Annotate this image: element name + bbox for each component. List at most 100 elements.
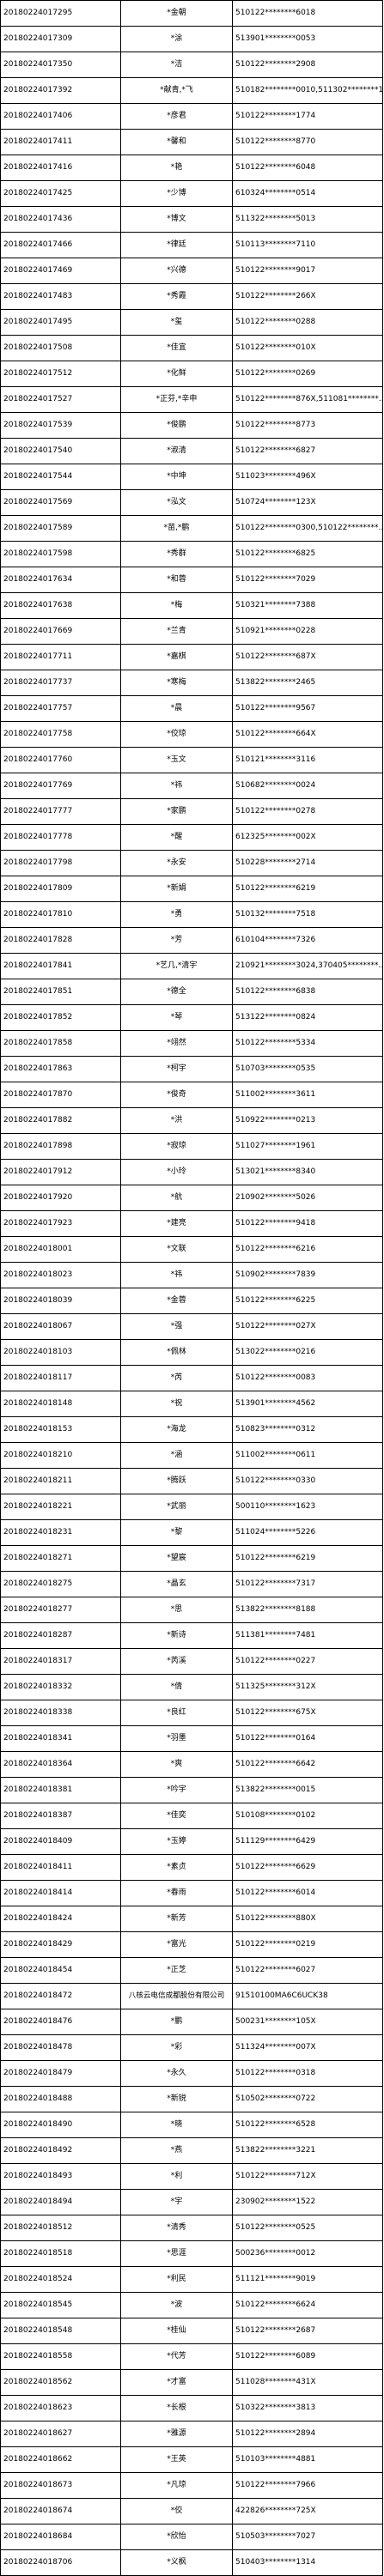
record-number-cell: 20180224018627 xyxy=(0,2421,121,2447)
id-number-cell: 510122********0300,510122********... xyxy=(232,515,383,542)
record-number-cell: 20180224017711 xyxy=(0,644,121,670)
name-cell: *义枫 xyxy=(120,2549,233,2576)
record-number-cell: 20180224017841 xyxy=(0,953,121,979)
record-number-cell: 20180224018411 xyxy=(0,1854,121,1881)
table-row: 20180224017350 *洁 510122********2908 xyxy=(0,52,383,78)
name-cell: *羽墨 xyxy=(120,1725,233,1752)
id-number-cell: 510122********0330 xyxy=(232,1468,383,1494)
table-row: 20180224018492 *燕 513822********3221 xyxy=(0,2137,383,2164)
name-cell: *思 xyxy=(120,1597,233,1623)
table-row: 20180224017912 *小玲 513021********8340 xyxy=(0,1159,383,1185)
record-number-cell: 20180224017757 xyxy=(0,695,121,722)
name-cell: *代芳 xyxy=(120,2343,233,2370)
id-number-cell: 510122********6018 xyxy=(232,0,383,27)
name-cell: *玺 xyxy=(120,309,233,336)
table-row: 20180224018023 *祎 510902********7839 xyxy=(0,1262,383,1288)
name-cell: *正芬,*辛申 xyxy=(120,386,233,413)
record-number-cell: 20180224017411 xyxy=(0,129,121,155)
record-number-cell: 20180224017436 xyxy=(0,206,121,233)
table-row: 20180224017737 *寒梅 513822********2465 xyxy=(0,670,383,696)
id-number-cell: 510121********3116 xyxy=(232,747,383,773)
id-number-cell: 210902********5026 xyxy=(232,1185,383,1211)
name-cell: *凡琼 xyxy=(120,2472,233,2499)
record-number-cell: 20180224018548 xyxy=(0,2318,121,2344)
table-row: 20180224018558 *代芳 510122********6089 xyxy=(0,2343,383,2370)
name-cell: *欣怡 xyxy=(120,2524,233,2550)
table-row: 20180224017425 *少博 610324********0514 xyxy=(0,180,383,207)
record-number-cell: 20180224018493 xyxy=(0,2163,121,2190)
name-cell: *祎 xyxy=(120,1262,233,1288)
id-number-cell: 510122********5334 xyxy=(232,1030,383,1057)
table-row: 20180224017544 *中坤 511023********496X xyxy=(0,464,383,490)
name-cell: *良红 xyxy=(120,1700,233,1726)
id-number-cell: 510122********6014 xyxy=(232,1880,383,1906)
name-cell: *长根 xyxy=(120,2395,233,2421)
record-number-cell: 20180224018684 xyxy=(0,2524,121,2550)
name-cell: 八核云电信成都股份有限公司 xyxy=(120,1983,233,2009)
id-number-cell: 230902********1522 xyxy=(232,2189,383,2215)
name-cell: *嘉棋 xyxy=(120,644,233,670)
record-number-cell: 20180224017466 xyxy=(0,232,121,258)
id-number-cell: 610104********7326 xyxy=(232,927,383,954)
table-row: 20180224018039 *金蓉 510122********6225 xyxy=(0,1288,383,1314)
table-row: 20180224018411 *素贞 510122********6629 xyxy=(0,1854,383,1881)
table-row: 20180224018479 *永久 510122********0318 xyxy=(0,2060,383,2087)
name-cell: *新诗 xyxy=(120,1622,233,1649)
id-number-cell: 513901********0053 xyxy=(232,26,383,52)
id-number-cell: 510122********6642 xyxy=(232,1751,383,1778)
record-number-cell: 20180224017350 xyxy=(0,52,121,78)
record-number-cell: 20180224017589 xyxy=(0,515,121,542)
record-number-cell: 20180224017809 xyxy=(0,876,121,902)
table-row: 20180224017416 *艳 510122********6048 xyxy=(0,155,383,181)
id-number-cell: 510122********9567 xyxy=(232,695,383,722)
table-row: 20180224018338 *良红 510122********675X xyxy=(0,1700,383,1726)
name-cell: *爽 xyxy=(120,1751,233,1778)
table-row: 20180224017483 *秀霞 510122********266X xyxy=(0,283,383,310)
name-cell: *芮溪 xyxy=(120,1648,233,1675)
id-number-cell: 511027********1961 xyxy=(232,1133,383,1160)
table-row: 20180224017436 *博文 511322********5013 xyxy=(0,206,383,233)
id-number-cell: 510823********0312 xyxy=(232,1416,383,1443)
name-cell: *柯宇 xyxy=(120,1056,233,1082)
table-row: 20180224017512 *化鲜 510122********0269 xyxy=(0,361,383,387)
name-cell: *洁 xyxy=(120,52,233,78)
record-number-cell: 20180224017852 xyxy=(0,1004,121,1031)
table-row: 20180224017638 *梅 510321********7388 xyxy=(0,592,383,619)
table-row: 20180224018153 *海龙 510823********0312 xyxy=(0,1416,383,1443)
record-number-cell: 20180224018562 xyxy=(0,2369,121,2396)
table-row: 20180224018472 八核云电信成都股份有限公司 91510100MA6C6… xyxy=(0,1983,383,2009)
id-number-cell: 510122********8773 xyxy=(232,412,383,439)
table-row: 20180224017589 *苗,*鹏 510122********0300,51… xyxy=(0,515,383,542)
record-number-cell: 20180224018490 xyxy=(0,2112,121,2138)
id-number-cell: 510122********0164 xyxy=(232,1725,383,1752)
record-number-cell: 20180224017495 xyxy=(0,309,121,336)
table-row: 20180224018409 *玉婷 511129********6429 xyxy=(0,1828,383,1855)
id-number-cell: 510122********2894 xyxy=(232,2421,383,2447)
table-row: 20180224018387 *佳奕 510108********0102 xyxy=(0,1803,383,1829)
table-row: 20180224017898 *寂琼 511027********1961 xyxy=(0,1133,383,1160)
table-row: 20180224018429 *富光 510122********0219 xyxy=(0,1931,383,1958)
id-number-cell: 510122********687X xyxy=(232,644,383,670)
name-cell: *金蓉 xyxy=(120,1288,233,1314)
table-row: 20180224018117 *芮 510122********0083 xyxy=(0,1365,383,1391)
name-cell: *馨和 xyxy=(120,129,233,155)
name-cell: *小玲 xyxy=(120,1159,233,1185)
id-number-cell: 510122********6825 xyxy=(232,541,383,567)
id-number-cell: 513822********8188 xyxy=(232,1597,383,1623)
table-row: 20180224018706 *义枫 510403********1314 xyxy=(0,2549,383,2576)
record-number-cell: 20180224018231 xyxy=(0,1519,121,1546)
name-cell: *俊奇 xyxy=(120,1082,233,1108)
record-number-cell: 20180224017638 xyxy=(0,592,121,619)
name-cell: *思涯 xyxy=(120,2240,233,2267)
record-number-cell: 20180224017539 xyxy=(0,412,121,439)
id-number-cell: 510122********6219 xyxy=(232,1545,383,1572)
name-cell: *和蓉 xyxy=(120,567,233,593)
id-number-cell: 511024********5226 xyxy=(232,1519,383,1546)
name-cell: *晶玄 xyxy=(120,1571,233,1597)
name-cell: *武丽 xyxy=(120,1494,233,1520)
name-cell: *佩林 xyxy=(120,1339,233,1366)
name-cell: *晨 xyxy=(120,695,233,722)
record-number-cell: 20180224017882 xyxy=(0,1107,121,1134)
table-row: 20180224018673 *凡琼 510122********7966 xyxy=(0,2472,383,2499)
record-number-cell: 20180224018332 xyxy=(0,1674,121,1700)
